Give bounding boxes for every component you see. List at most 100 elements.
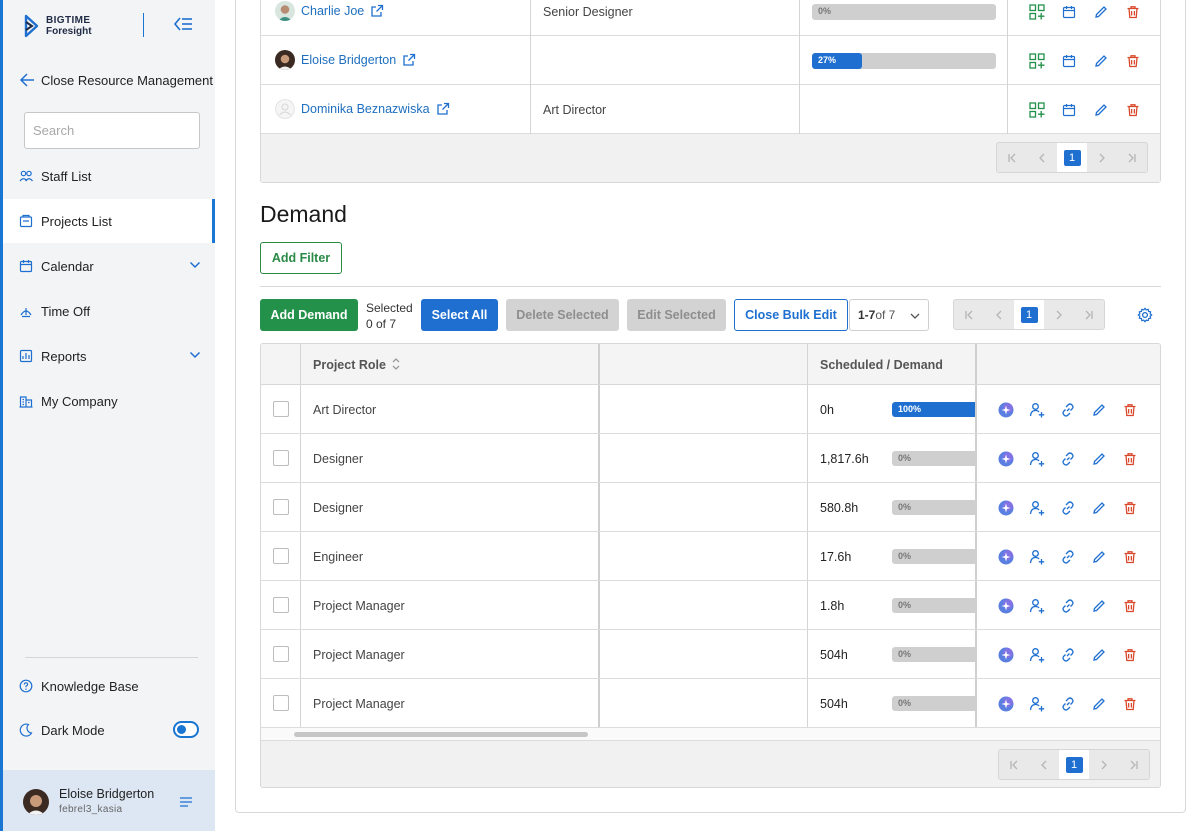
add-person-button[interactable] bbox=[1028, 695, 1046, 713]
edit-button[interactable] bbox=[1090, 401, 1108, 419]
assign-button[interactable] bbox=[1028, 52, 1046, 70]
delete-button[interactable] bbox=[1121, 597, 1139, 615]
next-page-button[interactable] bbox=[1089, 750, 1119, 779]
prev-page-button[interactable] bbox=[984, 300, 1014, 329]
collapse-menu-icon bbox=[173, 17, 192, 31]
edit-selected-button[interactable]: Edit Selected bbox=[627, 299, 726, 331]
add-person-button[interactable] bbox=[1028, 401, 1046, 419]
sidebar-item-staff-list[interactable]: Staff List bbox=[3, 154, 215, 198]
add-person-button[interactable] bbox=[1028, 450, 1046, 468]
edit-button[interactable] bbox=[1090, 499, 1108, 517]
row-checkbox[interactable] bbox=[273, 597, 289, 613]
menu-lines-icon[interactable] bbox=[179, 796, 193, 808]
select-all-button[interactable]: Select All bbox=[421, 299, 498, 331]
search-input[interactable] bbox=[33, 123, 209, 138]
horizontal-scrollbar[interactable] bbox=[261, 728, 1160, 740]
add-filter-button[interactable]: Add Filter bbox=[260, 242, 342, 274]
sidebar-item-calendar[interactable]: Calendar bbox=[3, 244, 215, 288]
ai-suggest-button[interactable] bbox=[997, 450, 1015, 468]
schedule-button[interactable] bbox=[1060, 52, 1078, 70]
edit-button[interactable] bbox=[1090, 695, 1108, 713]
sort-icon[interactable] bbox=[391, 357, 401, 371]
last-page-button[interactable] bbox=[1119, 750, 1149, 779]
collapse-sidebar-button[interactable] bbox=[172, 14, 194, 34]
add-person-button[interactable] bbox=[1028, 548, 1046, 566]
next-page-button[interactable] bbox=[1044, 300, 1074, 329]
knowledge-base-link[interactable]: Knowledge Base bbox=[3, 664, 215, 708]
ai-suggest-button[interactable] bbox=[997, 499, 1015, 517]
user-profile[interactable]: Eloise Bridgerton febrel3_kasia bbox=[3, 770, 215, 831]
edit-button[interactable] bbox=[1092, 101, 1110, 119]
first-page-button[interactable] bbox=[954, 300, 984, 329]
current-page[interactable]: 1 bbox=[1014, 300, 1044, 329]
delete-button[interactable] bbox=[1121, 499, 1139, 517]
dark-mode-toggle[interactable] bbox=[173, 721, 199, 738]
ai-suggest-button[interactable] bbox=[997, 548, 1015, 566]
sidebar-item-time-off[interactable]: Time Off bbox=[3, 289, 215, 333]
current-page[interactable]: 1 bbox=[1057, 143, 1087, 172]
close-resource-management-link[interactable]: Close Resource Management bbox=[19, 72, 213, 88]
add-person-button[interactable] bbox=[1028, 597, 1046, 615]
add-person-button[interactable] bbox=[1028, 646, 1046, 664]
delete-button[interactable] bbox=[1121, 695, 1139, 713]
row-checkbox[interactable] bbox=[273, 646, 289, 662]
current-page[interactable]: 1 bbox=[1059, 750, 1089, 779]
add-person-button[interactable] bbox=[1028, 499, 1046, 517]
delete-button[interactable] bbox=[1121, 401, 1139, 419]
edit-button[interactable] bbox=[1090, 646, 1108, 664]
link-button[interactable] bbox=[1059, 499, 1077, 517]
column-header-scheduled-demand[interactable]: Scheduled / Demand bbox=[808, 344, 977, 384]
ai-suggest-button[interactable] bbox=[997, 401, 1015, 419]
link-button[interactable] bbox=[1059, 646, 1077, 664]
link-button[interactable] bbox=[1059, 450, 1077, 468]
delete-button[interactable] bbox=[1124, 101, 1142, 119]
row-checkbox[interactable] bbox=[273, 401, 289, 417]
row-checkbox[interactable] bbox=[273, 695, 289, 711]
delete-button[interactable] bbox=[1121, 450, 1139, 468]
ai-suggest-button[interactable] bbox=[997, 646, 1015, 664]
sidebar-item-my-company[interactable]: My Company bbox=[3, 379, 215, 423]
row-checkbox[interactable] bbox=[273, 499, 289, 515]
link-button[interactable] bbox=[1059, 548, 1077, 566]
row-checkbox[interactable] bbox=[273, 450, 289, 466]
first-page-button[interactable] bbox=[997, 143, 1027, 172]
row-checkbox[interactable] bbox=[273, 548, 289, 564]
delete-button[interactable] bbox=[1121, 548, 1139, 566]
assign-button[interactable] bbox=[1028, 3, 1046, 21]
sidebar-item-projects-list[interactable]: Projects List bbox=[3, 199, 215, 243]
gear-icon[interactable] bbox=[1137, 307, 1153, 323]
edit-button[interactable] bbox=[1090, 450, 1108, 468]
prev-page-button[interactable] bbox=[1027, 143, 1057, 172]
first-page-button[interactable] bbox=[999, 750, 1029, 779]
logo[interactable]: BIGTIME Foresight bbox=[23, 14, 92, 38]
delete-button[interactable] bbox=[1121, 646, 1139, 664]
link-button[interactable] bbox=[1059, 695, 1077, 713]
page-range-select[interactable]: 1-7 of 7 bbox=[849, 299, 929, 331]
last-page-button[interactable] bbox=[1117, 143, 1147, 172]
ai-suggest-button[interactable] bbox=[997, 597, 1015, 615]
prev-page-button[interactable] bbox=[1029, 750, 1059, 779]
staff-name-link[interactable]: Eloise Bridgerton bbox=[275, 50, 416, 70]
add-demand-button[interactable]: Add Demand bbox=[260, 299, 358, 331]
delete-selected-button[interactable]: Delete Selected bbox=[506, 299, 619, 331]
staff-name-link[interactable]: Dominika Beznazwiska bbox=[275, 99, 450, 119]
edit-button[interactable] bbox=[1090, 597, 1108, 615]
link-button[interactable] bbox=[1059, 401, 1077, 419]
sidebar-item-reports[interactable]: Reports bbox=[3, 334, 215, 378]
schedule-button[interactable] bbox=[1060, 101, 1078, 119]
link-button[interactable] bbox=[1059, 597, 1077, 615]
scrollbar-thumb[interactable] bbox=[294, 732, 588, 737]
schedule-button[interactable] bbox=[1060, 3, 1078, 21]
ai-suggest-button[interactable] bbox=[997, 695, 1015, 713]
column-header-project-role[interactable]: Project Role bbox=[301, 344, 600, 384]
edit-button[interactable] bbox=[1090, 548, 1108, 566]
assign-button[interactable] bbox=[1028, 101, 1046, 119]
edit-button[interactable] bbox=[1092, 52, 1110, 70]
close-bulk-edit-button[interactable]: Close Bulk Edit bbox=[734, 299, 848, 331]
delete-button[interactable] bbox=[1124, 3, 1142, 21]
staff-name-link[interactable]: Charlie Joe bbox=[275, 1, 384, 21]
next-page-button[interactable] bbox=[1087, 143, 1117, 172]
last-page-button[interactable] bbox=[1074, 300, 1104, 329]
edit-button[interactable] bbox=[1092, 3, 1110, 21]
delete-button[interactable] bbox=[1124, 52, 1142, 70]
